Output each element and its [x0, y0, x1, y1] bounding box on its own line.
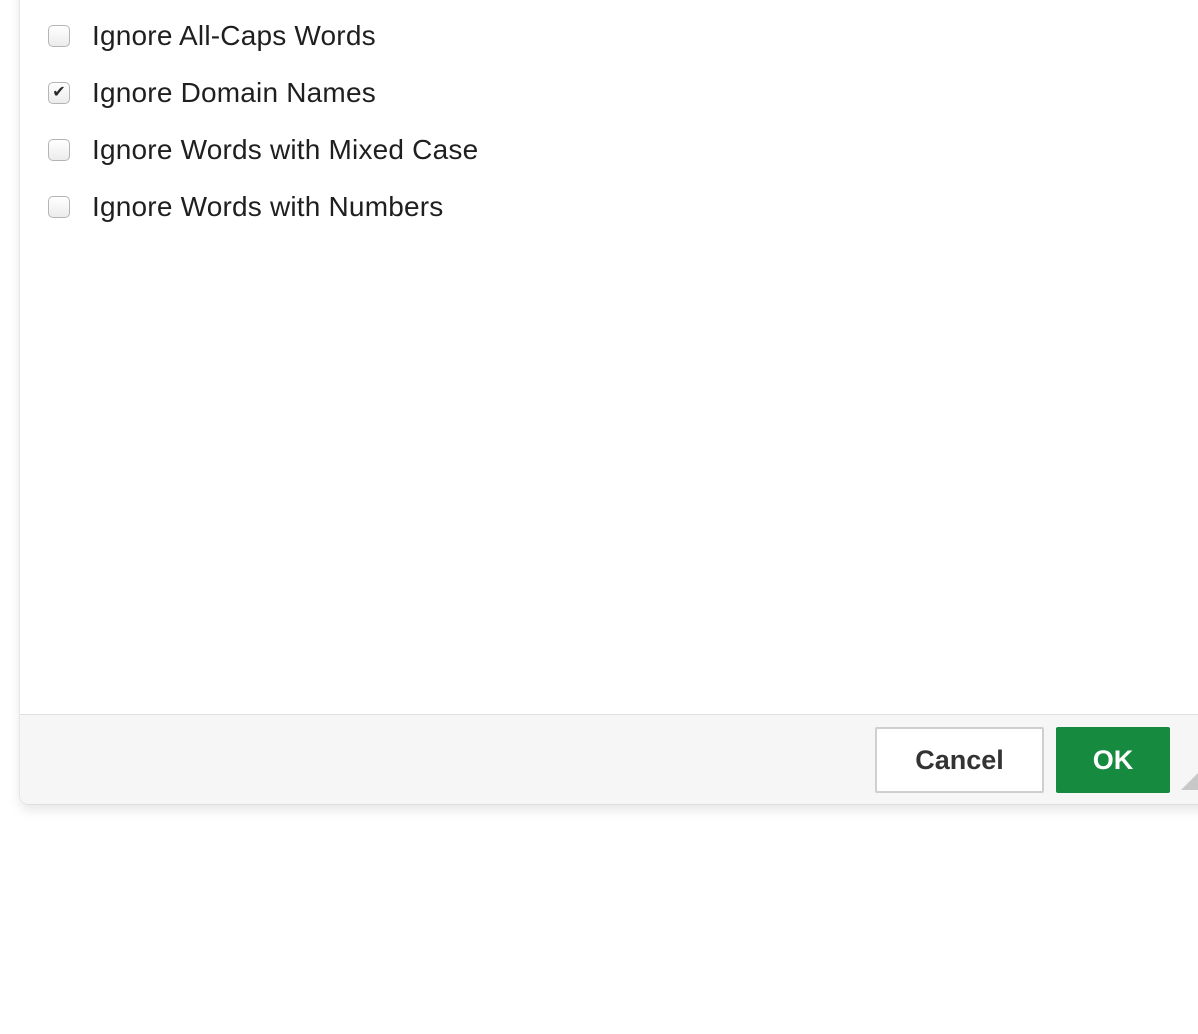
option-label: Ignore Words with Numbers	[92, 190, 444, 222]
option-ignore-mixed-case[interactable]: Ignore Words with Mixed Case	[48, 121, 478, 178]
option-ignore-domain-names[interactable]: ✔ Ignore Domain Names	[48, 64, 478, 121]
option-label: Ignore Domain Names	[92, 76, 376, 108]
cancel-button[interactable]: Cancel	[875, 727, 1044, 793]
ignore-domain-names-checkbox[interactable]: ✔	[48, 81, 70, 104]
spelling-options-dialog: Ignore All-Caps Words ✔ Ignore Domain Na…	[20, 0, 1198, 804]
options-list: Ignore All-Caps Words ✔ Ignore Domain Na…	[48, 7, 478, 235]
option-label: Ignore Words with Mixed Case	[92, 133, 479, 165]
option-ignore-all-caps[interactable]: Ignore All-Caps Words	[48, 7, 478, 64]
dialog-footer: Cancel OK	[20, 714, 1198, 804]
ignore-numbers-checkbox[interactable]	[48, 195, 70, 218]
ignore-all-caps-checkbox[interactable]	[48, 24, 70, 47]
ignore-mixed-case-checkbox[interactable]	[48, 138, 70, 161]
resize-grip-icon[interactable]	[1181, 773, 1198, 790]
option-ignore-numbers[interactable]: Ignore Words with Numbers	[48, 178, 478, 235]
checkmark-icon: ✔	[52, 83, 66, 101]
option-label: Ignore All-Caps Words	[92, 19, 376, 51]
ok-button[interactable]: OK	[1056, 727, 1170, 793]
